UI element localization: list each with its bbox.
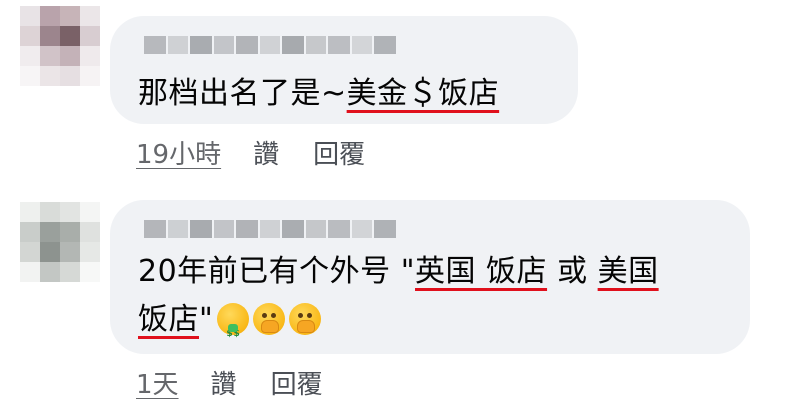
timestamp-link[interactable]: 19小時 [136, 134, 221, 171]
blurred-author-name[interactable] [144, 220, 396, 238]
comment-text-highlight: 英国 饭店 [415, 254, 548, 289]
comment-text-plain: 那档出名了是~ [138, 76, 347, 111]
comment-line-1: 20年前已有个外号 "英国 饭店 或 美国 [138, 248, 659, 296]
comment-text-highlight: 美国 [597, 254, 659, 289]
comment-bubble: 那档出名了是~美金＄饭店 [110, 16, 578, 124]
comment-text: 那档出名了是~美金＄饭店 [138, 70, 499, 118]
like-button[interactable]: 讚 [253, 134, 279, 171]
avatar[interactable] [20, 6, 100, 86]
face-with-hand-over-mouth-icon [289, 303, 322, 335]
money-mouth-face-icon: $ $ [217, 303, 250, 339]
comment-actions: 19小時 讚 回覆 [136, 134, 365, 171]
like-button[interactable]: 讚 [211, 364, 237, 401]
comment-line-2: 饭店" $ $ [138, 296, 659, 344]
comment-text-plain: 20年前已有个外号 " [138, 254, 416, 289]
comment-text-highlight: 饭店 [138, 302, 199, 337]
avatar[interactable] [20, 202, 100, 282]
comment-text-highlight: 美金＄饭店 [346, 76, 500, 111]
face-with-hand-over-mouth-icon [253, 303, 286, 335]
comment-text: 20年前已有个外号 "英国 饭店 或 美国 饭店" $ $ [138, 248, 659, 344]
timestamp-link[interactable]: 1天 [136, 364, 179, 401]
reply-button[interactable]: 回覆 [271, 364, 323, 401]
comment-actions: 1天 讚 回覆 [136, 364, 323, 401]
blurred-author-name[interactable] [144, 36, 396, 54]
reply-button[interactable]: 回覆 [313, 134, 365, 171]
comment-bubble: 20年前已有个外号 "英国 饭店 或 美国 饭店" $ $ [110, 200, 750, 354]
comment-text-plain: " [199, 302, 214, 337]
comment-text-plain: 或 [547, 254, 598, 289]
